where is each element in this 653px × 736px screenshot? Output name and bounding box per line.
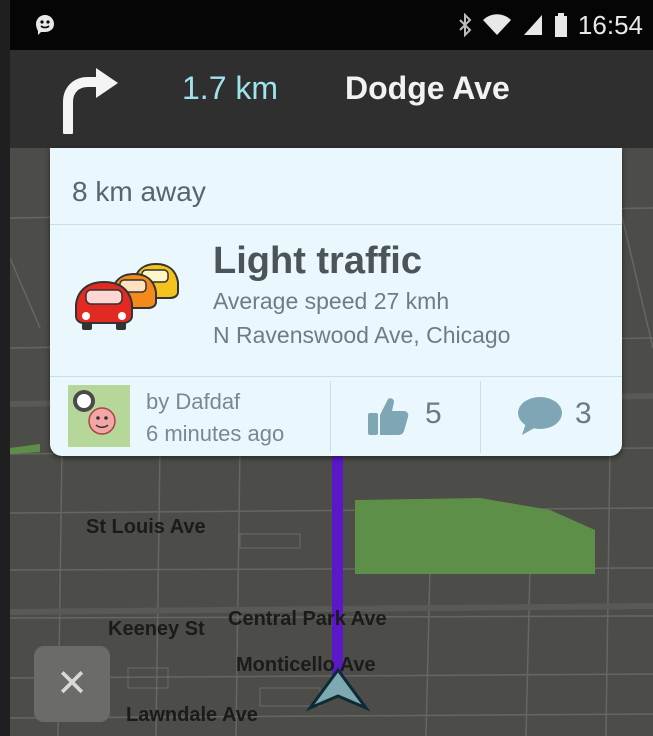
report-footer: by Dafdaf 6 minutes ago 5 3 <box>50 377 622 456</box>
wifi-icon <box>482 14 511 36</box>
report-speed: Average speed 27 kmh <box>213 288 450 314</box>
close-icon: ✕ <box>56 663 88 705</box>
thumbs-up-count: 5 <box>425 397 442 430</box>
next-street: Dodge Ave <box>345 70 510 106</box>
waze-icon <box>36 15 54 35</box>
turn-right-icon <box>63 68 118 134</box>
signal-icon <box>523 15 542 35</box>
status-right: 16:54 <box>458 10 643 40</box>
divider <box>480 381 481 453</box>
map-label-monticello: Monticello Ave <box>236 654 376 676</box>
close-button[interactable]: ✕ <box>34 646 110 722</box>
map-label-central-park: Central Park Ave <box>228 608 387 630</box>
turn-distance: 1.7 km <box>182 70 279 106</box>
report-time: 6 minutes ago <box>146 421 285 446</box>
battery-icon <box>554 13 567 37</box>
thumbs-up-icon[interactable] <box>366 395 410 437</box>
status-bar: 16:54 <box>10 0 653 50</box>
report-distance: 8 km away <box>72 176 206 207</box>
bluetooth-icon <box>459 13 472 37</box>
wazer-avatar-icon <box>73 390 116 435</box>
navigation-bar[interactable]: 1.7 km Dodge Ave <box>10 50 653 148</box>
reporter-name: by Dafdaf <box>146 389 241 414</box>
comment-count: 3 <box>575 397 592 430</box>
report-location: N Ravenswood Ave, Chicago <box>213 322 511 348</box>
report-title: Light traffic <box>213 240 422 282</box>
avatar[interactable] <box>68 385 130 447</box>
app-screen: 16:54 1.7 km Dodge Ave St Louis Ave Keen… <box>10 0 653 736</box>
status-time: 16:54 <box>577 9 643 40</box>
map-label-keeney: Keeney St <box>108 618 205 640</box>
divider <box>50 224 622 225</box>
traffic-cars-icon <box>75 262 179 330</box>
traffic-report-popup[interactable]: 8 km away Light traffic Average speed 27… <box>50 148 622 456</box>
comment-icon[interactable] <box>516 395 564 437</box>
map-label-st-louis: St Louis Ave <box>86 516 206 538</box>
map-label-lawndale: Lawndale Ave <box>126 704 258 726</box>
divider <box>330 381 331 453</box>
